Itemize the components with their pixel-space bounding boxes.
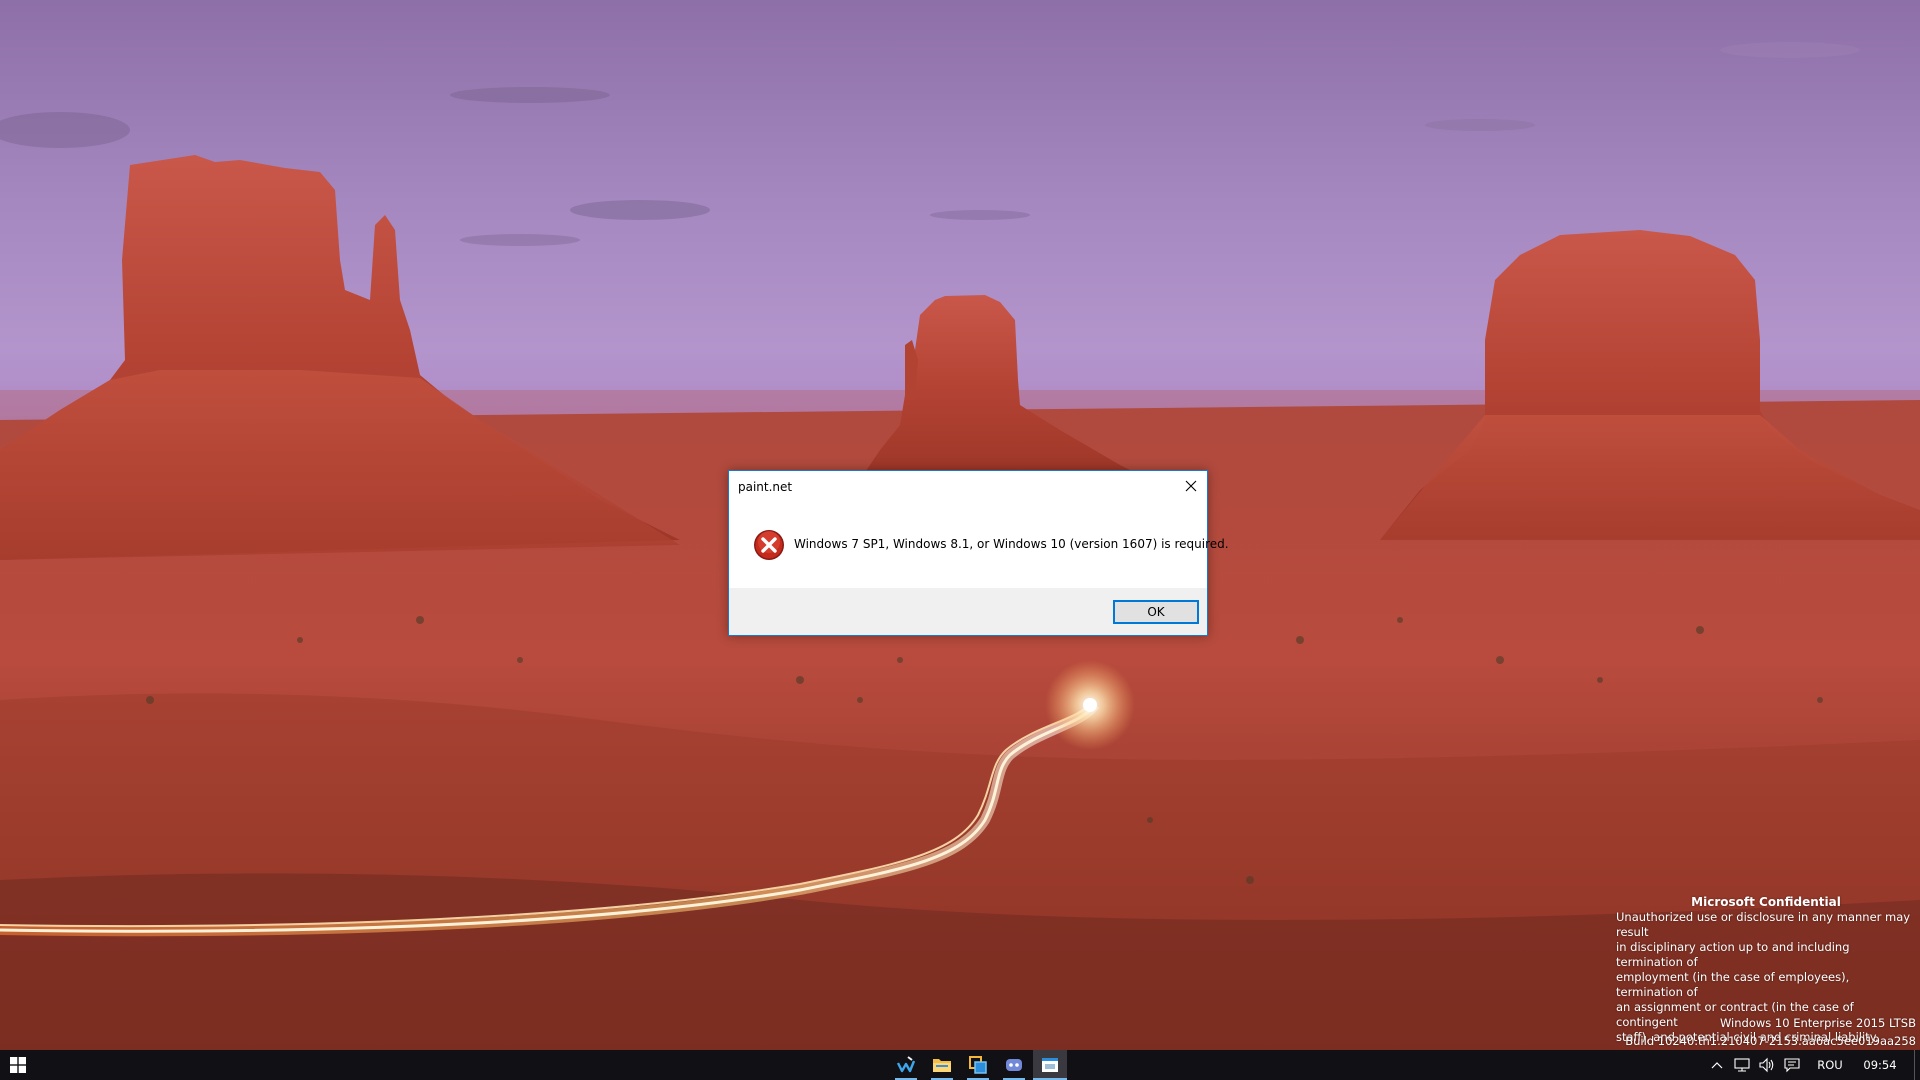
folder-icon [933, 1059, 951, 1072]
show-hidden-icons-button[interactable] [1706, 1050, 1728, 1080]
dialog-title: paint.net [738, 480, 793, 494]
watermark-line: employment (in the case of employees), t… [1616, 970, 1850, 999]
controller-icon [1006, 1059, 1022, 1071]
volume-button[interactable] [1755, 1050, 1779, 1080]
taskbar-app-active-window[interactable] [1033, 1050, 1067, 1080]
network-button[interactable] [1730, 1050, 1754, 1080]
chevron-up-icon [1711, 1062, 1723, 1069]
dialog-footer: OK [729, 588, 1207, 635]
desktop: Microsoft Confidential Unauthorized use … [0, 0, 1920, 1080]
ok-button[interactable]: OK [1113, 600, 1199, 624]
build-info: Windows 10 Enterprise 2015 LTSB Build 10… [1625, 1014, 1916, 1050]
start-button[interactable] [0, 1050, 36, 1080]
speaker-icon [1759, 1057, 1774, 1073]
error-dialog: paint.net Windows 7 SP1, Windows 8.1, or… [728, 470, 1229, 636]
window-icon [1042, 1058, 1058, 1072]
watermark-line: in disciplinary action up to and includi… [1616, 940, 1850, 969]
window-stack-icon [969, 1056, 987, 1074]
dialog-body: Windows 7 SP1, Windows 8.1, or Windows 1… [729, 500, 1229, 588]
action-center-button[interactable] [1780, 1050, 1804, 1080]
language-indicator[interactable]: ROU [1810, 1050, 1850, 1080]
windows-logo-icon [10, 1057, 26, 1073]
build-number: Build 10240.th1.210407-2153.aa6ac5ee019a… [1625, 1034, 1916, 1048]
close-icon [1185, 480, 1197, 492]
close-button[interactable] [1176, 472, 1206, 500]
paint-brush-icon [896, 1056, 916, 1073]
dialog-message: Windows 7 SP1, Windows 8.1, or Windows 1… [794, 537, 1229, 551]
clock[interactable]: 09:54 [1856, 1050, 1904, 1080]
windows-edition: Windows 10 Enterprise 2015 LTSB [1719, 1016, 1916, 1030]
error-icon [754, 530, 784, 560]
message-icon [1784, 1058, 1800, 1073]
taskbar-app-discord[interactable] [997, 1050, 1031, 1080]
show-desktop-button[interactable] [1914, 1050, 1920, 1080]
watermark-title: Microsoft Confidential [1691, 895, 1841, 909]
network-icon [1734, 1058, 1750, 1072]
taskbar-app-control-panel[interactable] [961, 1050, 995, 1080]
taskbar: ROU 09:54 [0, 1050, 1920, 1080]
watermark-line: Unauthorized use or disclosure in any ma… [1616, 910, 1911, 939]
taskbar-app-file-explorer[interactable] [925, 1050, 959, 1080]
taskbar-app-paint-net[interactable] [889, 1050, 923, 1080]
